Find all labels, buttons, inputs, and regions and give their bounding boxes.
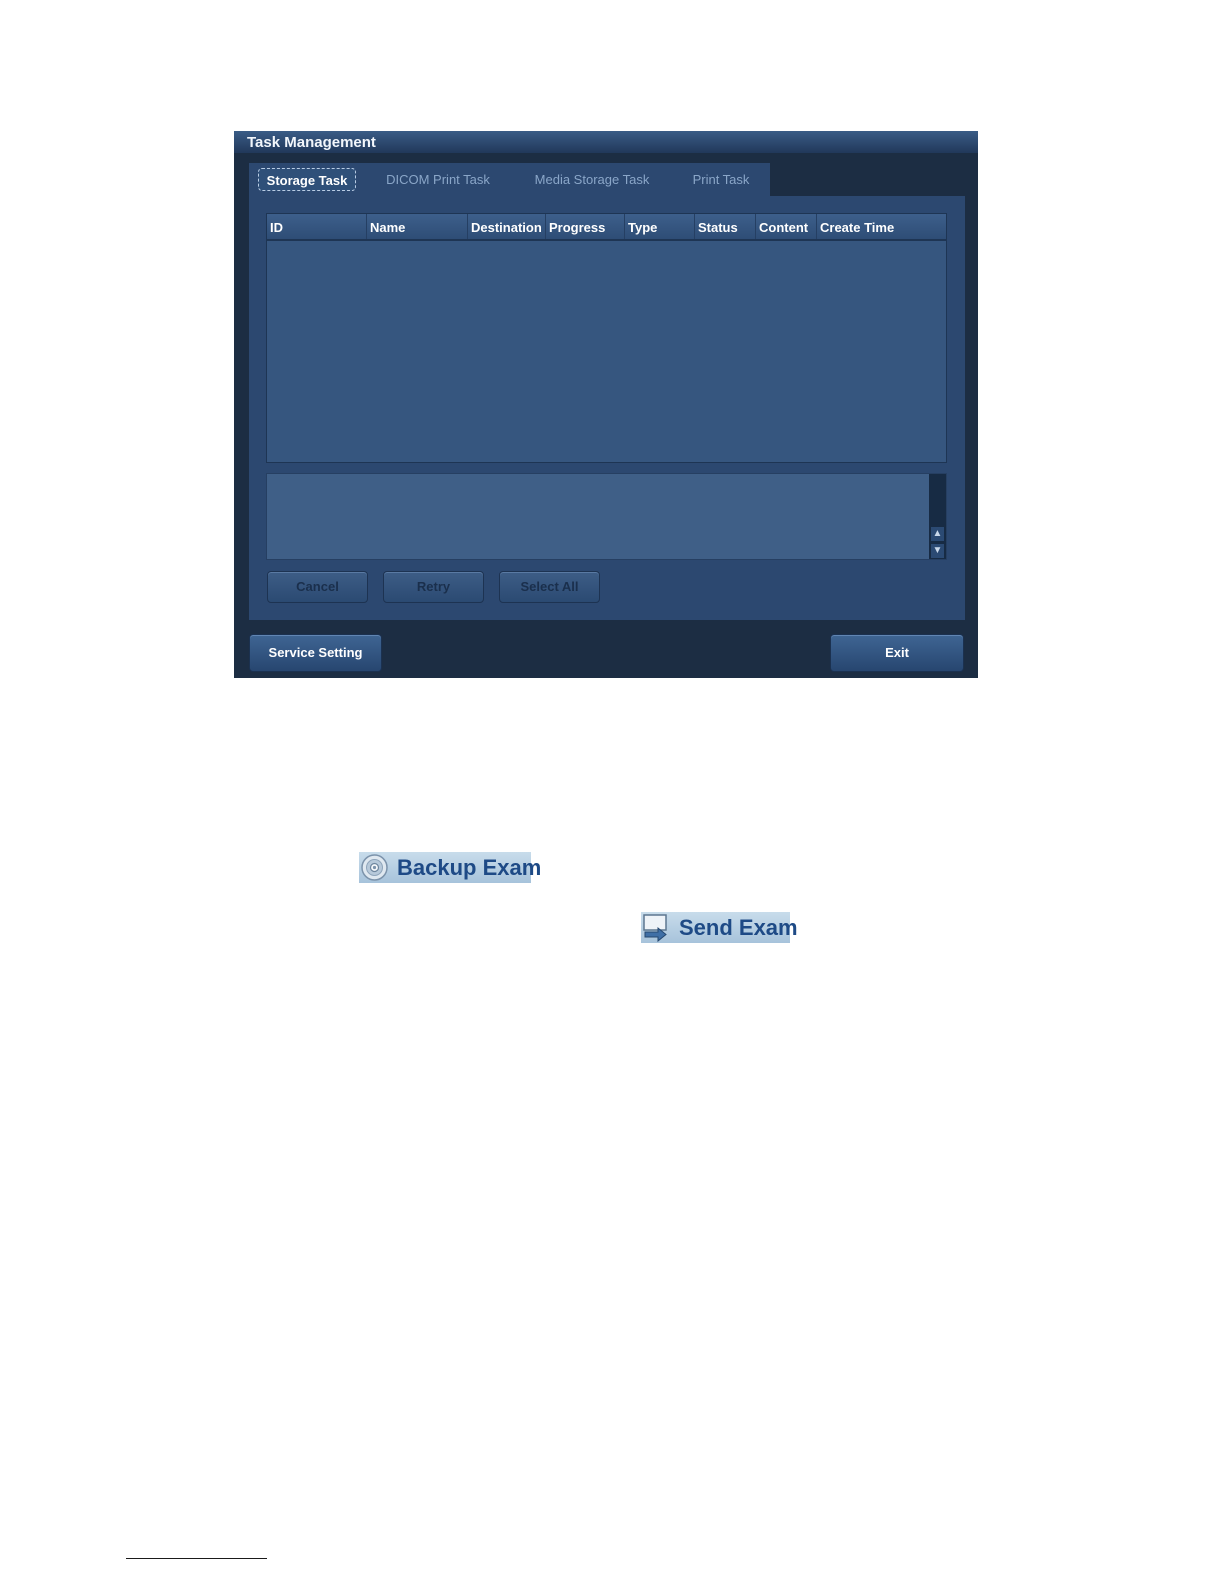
send-arrow-icon xyxy=(643,914,667,942)
cancel-button[interactable]: Cancel xyxy=(267,571,368,603)
table-header: ID Name Destination Progress Type Status… xyxy=(267,214,946,241)
backup-exam-button[interactable]: Backup Exam xyxy=(359,852,541,883)
detail-scrollbar[interactable]: ▲ ▼ xyxy=(929,474,946,559)
tab-storage-task[interactable]: Storage Task xyxy=(258,168,356,191)
service-setting-button[interactable]: Service Setting xyxy=(249,634,382,672)
tab-media-storage-task[interactable]: Media Storage Task xyxy=(522,168,662,191)
backup-exam-label: Backup Exam xyxy=(397,855,542,880)
task-detail-box: ▲ ▼ xyxy=(266,473,947,560)
send-exam-button[interactable]: Send Exam xyxy=(641,912,798,943)
column-header-name[interactable]: Name xyxy=(367,214,468,239)
storage-task-panel: ID Name Destination Progress Type Status… xyxy=(249,196,965,620)
scroll-down-icon[interactable]: ▼ xyxy=(931,544,944,558)
task-management-window: Task Management Storage Task DICOM Print… xyxy=(234,131,978,678)
send-exam-label: Send Exam xyxy=(679,915,798,940)
table-body xyxy=(267,241,946,462)
window-title: Task Management xyxy=(234,131,978,153)
exit-button[interactable]: Exit xyxy=(830,634,964,672)
footnote-divider xyxy=(126,1558,267,1559)
column-header-status[interactable]: Status xyxy=(695,214,756,239)
column-header-content[interactable]: Content xyxy=(756,214,817,239)
column-header-destination[interactable]: Destination xyxy=(468,214,546,239)
retry-button[interactable]: Retry xyxy=(383,571,484,603)
select-all-button[interactable]: Select All xyxy=(499,571,600,603)
column-header-create-time[interactable]: Create Time xyxy=(817,214,946,239)
column-header-progress[interactable]: Progress xyxy=(546,214,625,239)
scroll-up-icon[interactable]: ▲ xyxy=(931,527,944,541)
column-header-type[interactable]: Type xyxy=(625,214,695,239)
tab-dicom-print-task[interactable]: DICOM Print Task xyxy=(374,168,502,191)
tab-strip: Storage Task DICOM Print Task Media Stor… xyxy=(249,163,770,196)
task-table[interactable]: ID Name Destination Progress Type Status… xyxy=(266,213,947,463)
column-header-id[interactable]: ID xyxy=(267,214,367,239)
tab-print-task[interactable]: Print Task xyxy=(681,168,761,191)
disc-icon xyxy=(361,854,388,881)
